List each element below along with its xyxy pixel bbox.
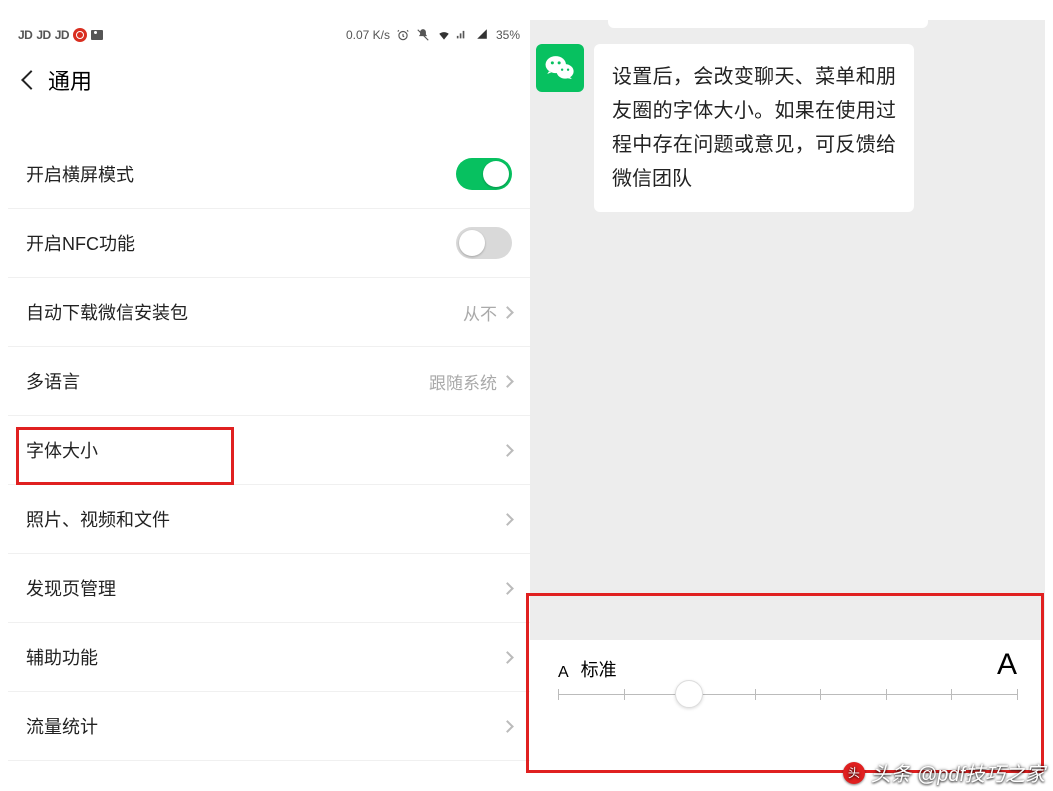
- chevron-right-icon: [501, 375, 514, 388]
- back-icon[interactable]: [21, 70, 41, 90]
- chat-message-text: 设置后，会改变聊天、菜单和朋友圈的字体大小。如果在使用过程中存在问题或意见，可反…: [612, 66, 896, 190]
- landscape-toggle[interactable]: [456, 158, 512, 190]
- slider-thumb[interactable]: [675, 680, 703, 708]
- toutiao-logo-icon: 头: [843, 762, 865, 784]
- status-bar: JD JD JD 0.07 K/s: [8, 20, 530, 50]
- row-label: 开启横屏模式: [26, 161, 456, 187]
- row-auto-download[interactable]: 自动下载微信安装包 从不: [8, 278, 530, 347]
- row-value: 跟随系统: [429, 369, 497, 394]
- chevron-right-icon: [501, 513, 514, 526]
- alarm-icon: [396, 28, 410, 42]
- row-value: 从不: [463, 300, 497, 325]
- chevron-right-icon: [501, 444, 514, 457]
- slider-small-a: A: [558, 664, 569, 682]
- page-title: 通用: [48, 64, 92, 96]
- watermark-author: @pdf技巧之家: [917, 758, 1045, 787]
- nfc-toggle[interactable]: [456, 227, 512, 259]
- row-label: 发现页管理: [26, 575, 503, 601]
- battery-percent: 35%: [496, 28, 520, 42]
- font-size-slider-panel: A 标准 A: [530, 640, 1045, 770]
- chat-message-bubble: 设置后，会改变聊天、菜单和朋友圈的字体大小。如果在使用过程中存在问题或意见，可反…: [594, 44, 914, 212]
- netease-music-icon: [73, 28, 87, 42]
- chevron-right-icon: [501, 582, 514, 595]
- slider-big-a: A: [997, 648, 1017, 682]
- row-media[interactable]: 照片、视频和文件: [8, 485, 530, 554]
- page-header: 通用: [8, 50, 530, 110]
- status-jd-badge: JD: [18, 28, 32, 42]
- wifi-icon: [436, 28, 450, 42]
- row-accessibility[interactable]: 辅助功能: [8, 623, 530, 692]
- row-traffic[interactable]: 流量统计: [8, 692, 530, 761]
- row-label: 流量统计: [26, 713, 503, 739]
- wechat-icon: [543, 51, 577, 85]
- gallery-icon: [91, 30, 103, 40]
- slider-track[interactable]: [558, 694, 1017, 695]
- signal-icon-2: [476, 28, 490, 42]
- signal-icon: [456, 28, 470, 42]
- slider-standard-label: 标准: [581, 656, 617, 682]
- row-landscape-mode[interactable]: 开启横屏模式: [8, 140, 530, 209]
- chat-area: 设置后，会改变聊天、菜单和朋友圈的字体大小。如果在使用过程中存在问题或意见，可反…: [530, 20, 1045, 212]
- watermark-prefix: 头条: [871, 758, 911, 787]
- settings-list: 开启横屏模式 开启NFC功能 自动下载微信安装包 从不 多语言 跟随系统 字体大…: [8, 140, 530, 761]
- row-language[interactable]: 多语言 跟随系统: [8, 347, 530, 416]
- status-jd-badge: JD: [55, 28, 69, 42]
- chevron-right-icon: [501, 720, 514, 733]
- row-discover[interactable]: 发现页管理: [8, 554, 530, 623]
- row-label: 字体大小: [26, 437, 503, 463]
- watermark: 头 头条 @pdf技巧之家: [843, 758, 1045, 787]
- network-speed: 0.07 K/s: [346, 28, 390, 42]
- row-font-size[interactable]: 字体大小: [8, 416, 530, 485]
- settings-screen: JD JD JD 0.07 K/s: [8, 20, 530, 770]
- row-label: 照片、视频和文件: [26, 506, 503, 532]
- chevron-right-icon: [501, 306, 514, 319]
- row-label: 开启NFC功能: [26, 230, 456, 256]
- prev-bubble-tail: [608, 20, 928, 28]
- wechat-avatar[interactable]: [536, 44, 584, 92]
- row-label: 多语言: [26, 368, 429, 394]
- status-jd-badge: JD: [36, 28, 50, 42]
- chevron-right-icon: [501, 651, 514, 664]
- row-label: 辅助功能: [26, 644, 503, 670]
- row-nfc[interactable]: 开启NFC功能: [8, 209, 530, 278]
- row-label: 自动下载微信安装包: [26, 299, 463, 325]
- font-preview-screen: 设置后，会改变聊天、菜单和朋友圈的字体大小。如果在使用过程中存在问题或意见，可反…: [530, 20, 1045, 770]
- mute-icon: [416, 28, 430, 42]
